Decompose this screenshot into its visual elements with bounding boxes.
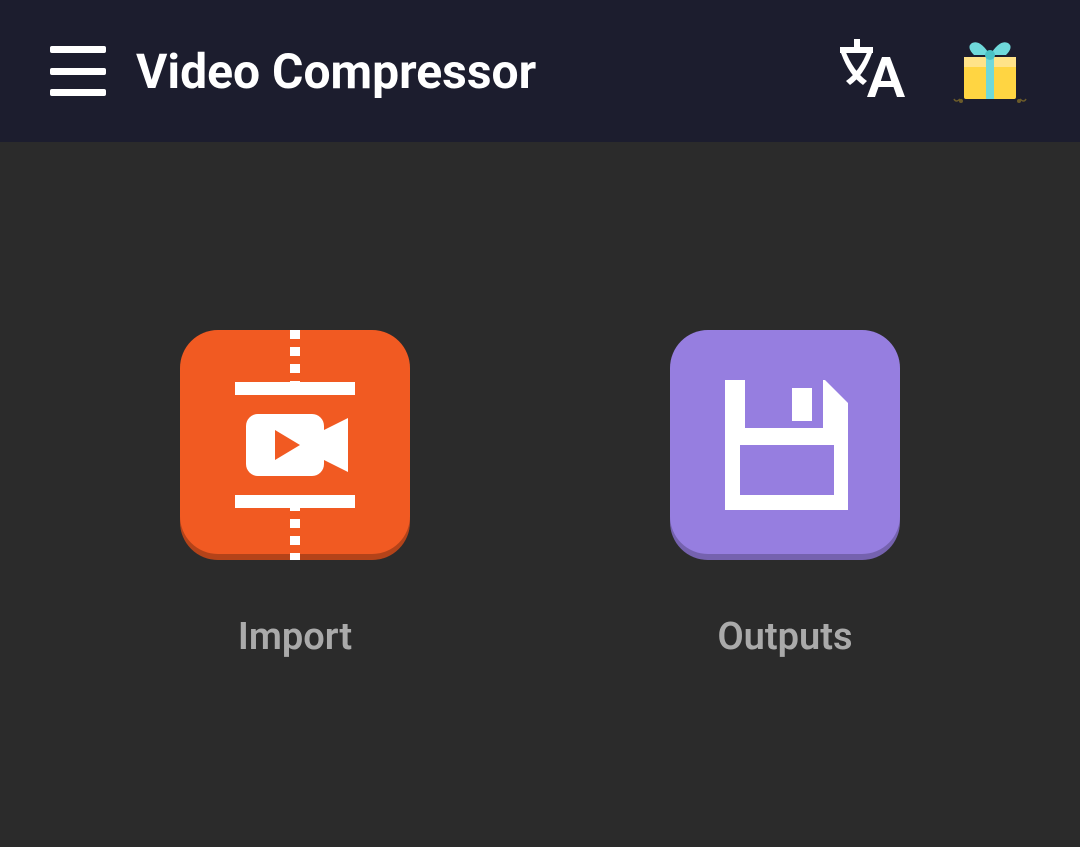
gift-button[interactable] (950, 29, 1030, 113)
gift-icon (950, 29, 1030, 109)
save-floppy-icon (670, 330, 900, 560)
hamburger-icon (50, 46, 106, 53)
hamburger-icon (50, 89, 106, 96)
compress-video-icon (180, 330, 410, 560)
main-area: Import Outputs (0, 142, 1080, 847)
language-button[interactable] (835, 39, 905, 103)
outputs-label: Outputs (717, 615, 852, 659)
outputs-icon-container (670, 330, 900, 560)
menu-button[interactable] (50, 46, 106, 96)
import-button[interactable]: Import (180, 330, 410, 659)
outputs-button[interactable]: Outputs (670, 330, 900, 659)
import-icon-container (180, 330, 410, 560)
app-title: Video Compressor (136, 43, 835, 100)
import-label: Import (238, 615, 352, 659)
app-header: Video Compressor (0, 0, 1080, 142)
translate-icon (835, 39, 905, 99)
hamburger-icon (50, 68, 106, 75)
